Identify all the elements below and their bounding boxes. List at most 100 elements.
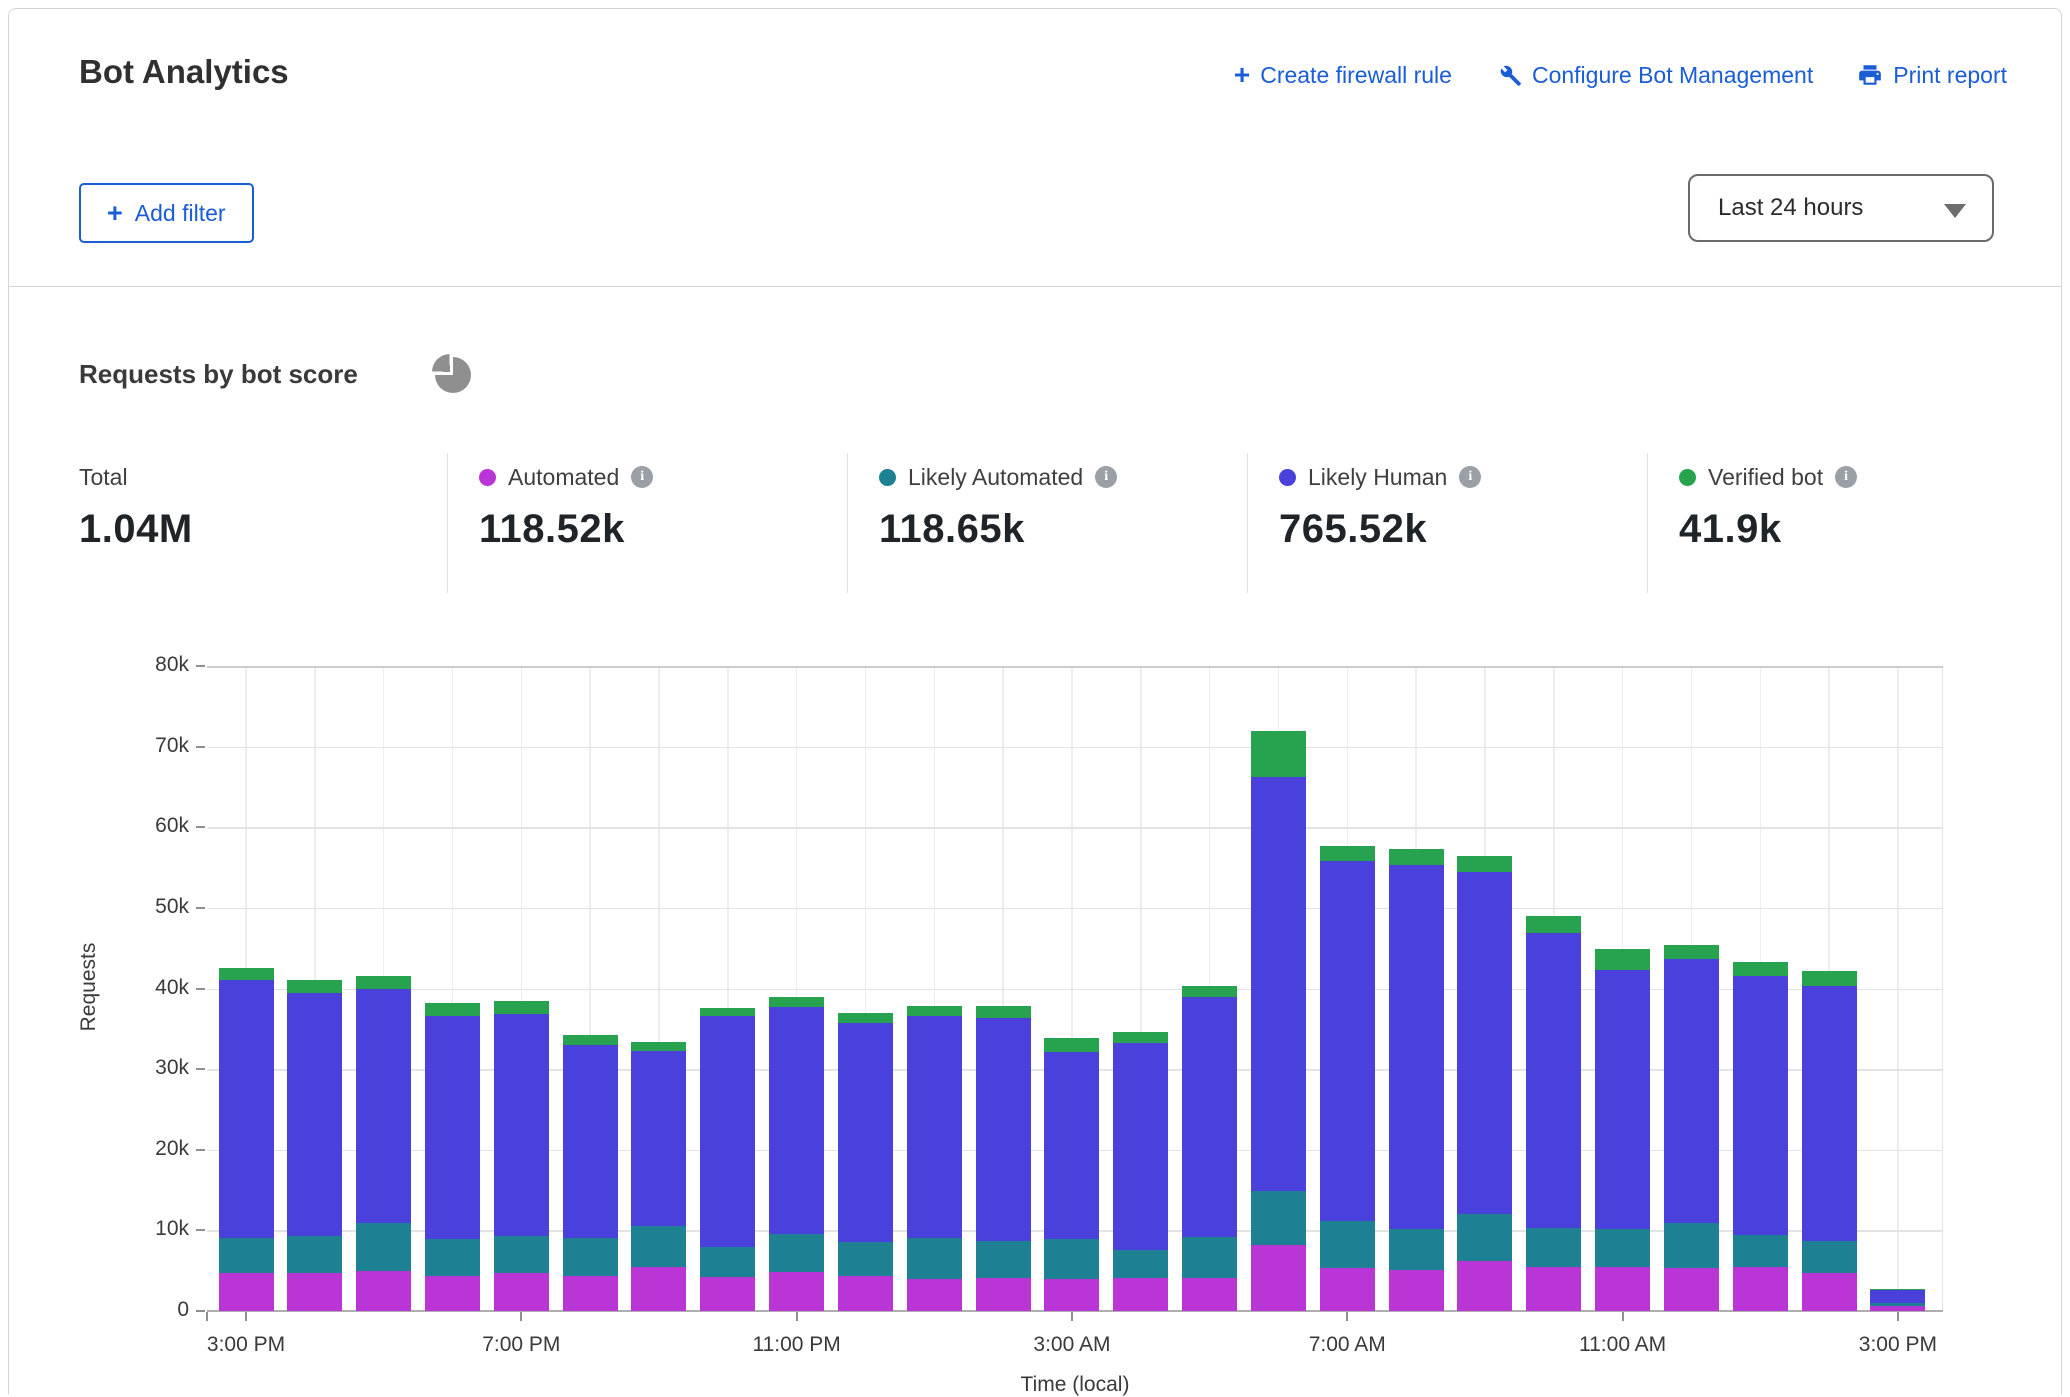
print-report-link[interactable]: Print report xyxy=(1857,62,2007,89)
bar-1100pm[interactable] xyxy=(769,666,824,1311)
segment-likely-automated xyxy=(907,1238,962,1279)
segment-likely-human xyxy=(356,989,411,1223)
info-icon[interactable]: i xyxy=(1095,466,1117,488)
stat-divider xyxy=(447,453,448,593)
bar-300pm[interactable] xyxy=(219,666,274,1311)
bar-300am[interactable] xyxy=(1044,666,1099,1311)
segment-automated xyxy=(494,1273,549,1311)
bar-900am[interactable] xyxy=(1457,666,1512,1311)
y-tick-label: 50k xyxy=(109,895,189,919)
legend-dot xyxy=(1279,469,1296,486)
segment-likely-automated xyxy=(631,1226,686,1267)
y-tick-mark xyxy=(196,907,205,909)
segment-likely-human xyxy=(838,1023,893,1241)
y-tick-mark xyxy=(196,1229,205,1231)
bar-800pm[interactable] xyxy=(563,666,618,1311)
bar-1000pm[interactable] xyxy=(700,666,755,1311)
stat-divider xyxy=(847,453,848,593)
segment-automated xyxy=(769,1272,824,1311)
bar-400am[interactable] xyxy=(1113,666,1168,1311)
segment-likely-human xyxy=(1664,959,1719,1223)
x-tick-mark xyxy=(1071,1312,1073,1321)
segment-automated xyxy=(1182,1278,1237,1311)
legend-dot xyxy=(479,469,496,486)
bar-700am[interactable] xyxy=(1320,666,1375,1311)
requests-by-bot-score-chart xyxy=(207,666,1943,1311)
bar-500pm[interactable] xyxy=(356,666,411,1311)
stat-label: Automated xyxy=(508,464,619,491)
y-tick-mark xyxy=(196,826,205,828)
add-filter-button[interactable]: + Add filter xyxy=(79,183,254,243)
plus-icon: + xyxy=(107,200,123,227)
segment-likely-human xyxy=(1457,872,1512,1215)
page-title: Bot Analytics xyxy=(79,53,289,91)
segment-automated xyxy=(425,1276,480,1311)
segment-verified-bot xyxy=(1320,846,1375,861)
segment-likely-automated xyxy=(1802,1241,1857,1273)
segment-likely-human xyxy=(1870,1290,1925,1303)
bar-1200pm[interactable] xyxy=(1664,666,1719,1311)
segment-automated xyxy=(976,1278,1031,1311)
y-tick-label: 20k xyxy=(109,1137,189,1161)
bar-100pm[interactable] xyxy=(1733,666,1788,1311)
y-tick-label: 10k xyxy=(109,1217,189,1241)
time-range-value: Last 24 hours xyxy=(1718,194,1863,222)
segment-verified-bot xyxy=(1457,856,1512,871)
info-icon[interactable]: i xyxy=(631,466,653,488)
segment-likely-human xyxy=(494,1014,549,1237)
y-axis-title: Requests xyxy=(77,887,101,1087)
x-tick-mark xyxy=(1897,1312,1899,1321)
bar-1100am[interactable] xyxy=(1595,666,1650,1311)
segment-verified-bot xyxy=(631,1042,686,1051)
y-tick-mark xyxy=(196,1310,205,1312)
segment-automated xyxy=(1113,1278,1168,1311)
segment-verified-bot xyxy=(1526,916,1581,933)
bar-300pm[interactable] xyxy=(1870,666,1925,1311)
segment-likely-human xyxy=(1251,777,1306,1191)
x-tick-label: 3:00 PM xyxy=(1818,1333,1978,1357)
bar-600pm[interactable] xyxy=(425,666,480,1311)
stat-divider xyxy=(1647,453,1648,593)
bar-200am[interactable] xyxy=(976,666,1031,1311)
segment-likely-human xyxy=(425,1016,480,1239)
segment-likely-automated xyxy=(1320,1221,1375,1269)
segment-likely-automated xyxy=(1182,1237,1237,1278)
x-tick-mark xyxy=(796,1312,798,1321)
stat-value: 765.52k xyxy=(1279,507,1481,552)
segment-likely-human xyxy=(1320,861,1375,1221)
segment-verified-bot xyxy=(1389,849,1444,865)
segment-verified-bot xyxy=(425,1003,480,1016)
info-icon[interactable]: i xyxy=(1835,466,1857,488)
create-firewall-rule-label: Create firewall rule xyxy=(1260,62,1452,89)
time-range-dropdown[interactable]: Last 24 hours xyxy=(1688,174,1994,242)
segment-likely-automated xyxy=(425,1239,480,1275)
segment-likely-human xyxy=(631,1051,686,1227)
bar-800am[interactable] xyxy=(1389,666,1444,1311)
segment-verified-bot xyxy=(1595,949,1650,970)
segment-likely-automated xyxy=(494,1236,549,1273)
segment-likely-human xyxy=(1526,933,1581,1228)
bar-100am[interactable] xyxy=(907,666,962,1311)
bar-200pm[interactable] xyxy=(1802,666,1857,1311)
bar-500am[interactable] xyxy=(1182,666,1237,1311)
bar-900pm[interactable] xyxy=(631,666,686,1311)
segment-likely-human xyxy=(1802,986,1857,1241)
stat-value: 118.52k xyxy=(479,507,653,552)
segment-automated xyxy=(1664,1268,1719,1311)
configure-bot-management-link[interactable]: Configure Bot Management xyxy=(1496,62,1813,89)
bar-400pm[interactable] xyxy=(287,666,342,1311)
stat-value: 41.9k xyxy=(1679,507,1857,552)
segment-likely-automated xyxy=(976,1241,1031,1278)
segment-likely-human xyxy=(1595,970,1650,1229)
bar-700pm[interactable] xyxy=(494,666,549,1311)
segment-verified-bot xyxy=(287,980,342,993)
bar-600am[interactable] xyxy=(1251,666,1306,1311)
bar-1200am[interactable] xyxy=(838,666,893,1311)
segment-verified-bot xyxy=(1802,971,1857,986)
info-icon[interactable]: i xyxy=(1459,466,1481,488)
stat-label: Likely Automated xyxy=(908,464,1083,491)
bar-1000am[interactable] xyxy=(1526,666,1581,1311)
legend-dot xyxy=(1679,469,1696,486)
segment-likely-automated xyxy=(838,1242,893,1276)
create-firewall-rule-link[interactable]: + Create firewall rule xyxy=(1234,61,1452,89)
